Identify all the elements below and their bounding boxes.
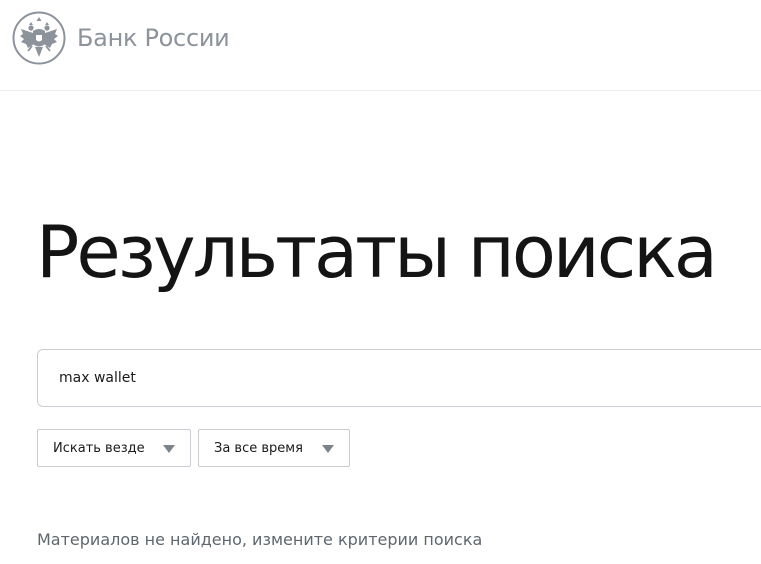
search-input[interactable]	[59, 350, 739, 406]
logo-link[interactable]: Банк России	[12, 11, 230, 65]
logo-text: Банк России	[77, 24, 230, 52]
site-header: Банк России	[0, 0, 761, 91]
period-dropdown-label: За все время	[214, 440, 303, 456]
double-headed-eagle-emblem-icon	[12, 11, 66, 65]
chevron-down-icon	[322, 445, 334, 453]
page-title: Результаты поиска	[36, 210, 718, 294]
scope-dropdown-label: Искать везде	[53, 440, 145, 456]
search-box	[37, 349, 761, 407]
scope-dropdown[interactable]: Искать везде	[37, 429, 191, 467]
period-dropdown[interactable]: За все время	[198, 429, 350, 467]
empty-results-message: Материалов не найдено, измените критерии…	[37, 530, 483, 549]
chevron-down-icon	[163, 445, 175, 453]
